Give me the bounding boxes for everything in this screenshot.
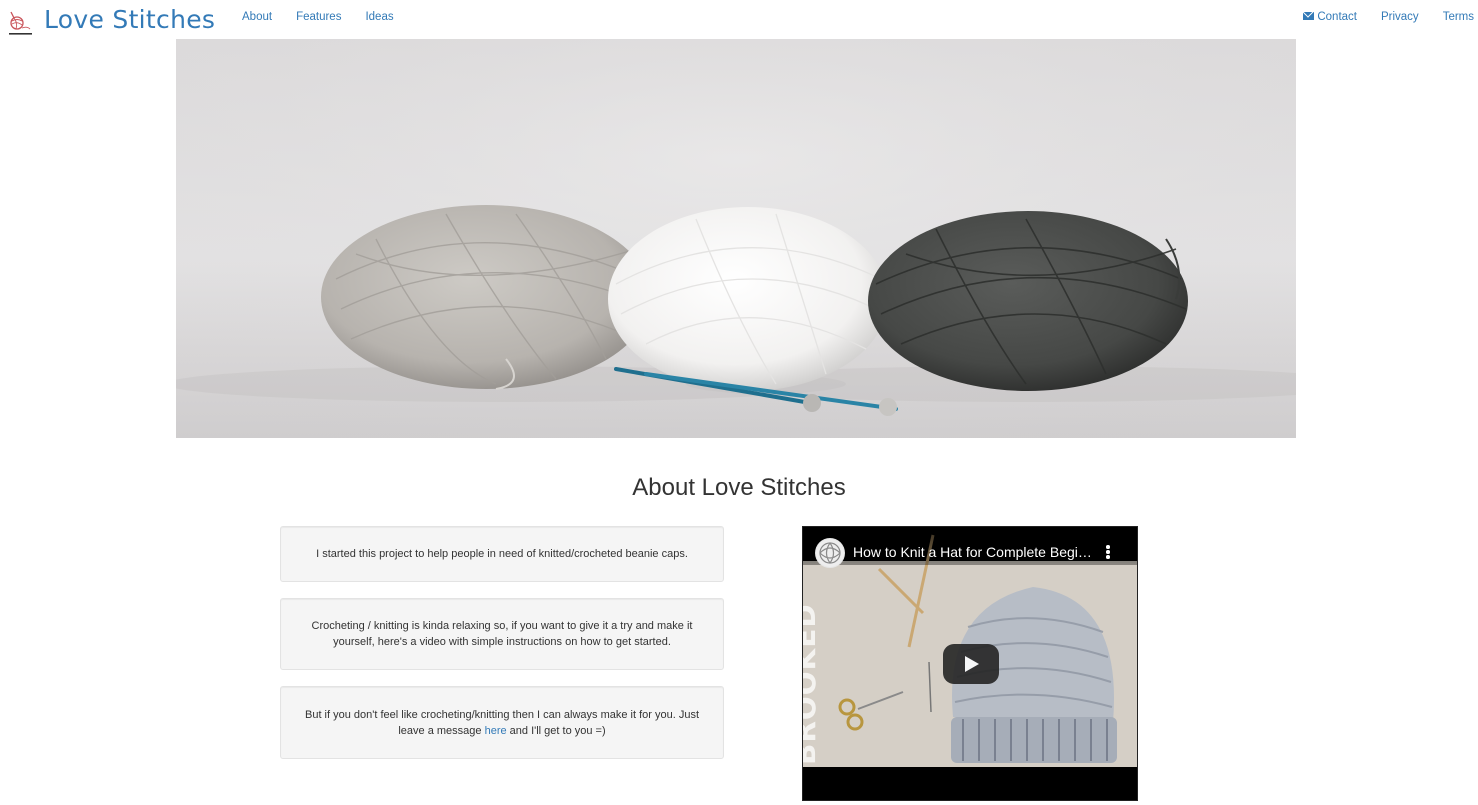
nav-link-contact[interactable]: Contact xyxy=(1303,11,1357,23)
about-paragraph-2: Crocheting / knitting is kinda relaxing … xyxy=(311,620,693,648)
kebab-menu-icon[interactable] xyxy=(1105,545,1111,561)
nav-left: About Features Ideas xyxy=(242,11,418,23)
about-card-order: But if you don't feel like crocheting/kn… xyxy=(280,686,724,759)
nav-link-privacy[interactable]: Privacy xyxy=(1381,11,1419,23)
play-icon[interactable] xyxy=(943,644,999,684)
nav-link-about[interactable]: About xyxy=(242,11,272,23)
about-card-intro: I started this project to help people in… xyxy=(280,526,724,582)
envelope-icon xyxy=(1303,12,1315,20)
yarn-logo-icon xyxy=(8,2,33,36)
about-paragraph-3: But if you don't feel like crocheting/kn… xyxy=(299,707,705,739)
hero-image xyxy=(176,39,1296,438)
nav-link-features[interactable]: Features xyxy=(296,11,341,23)
about-title: About Love Stitches xyxy=(632,474,846,501)
channel-watermark: BROOKED xyxy=(803,603,822,765)
nav-link-terms[interactable]: Terms xyxy=(1443,11,1474,23)
brand-link[interactable]: Love Stitches xyxy=(8,2,215,36)
youtube-video-embed[interactable]: BROOKED How to Knit a Hat for Complete B… xyxy=(802,526,1138,801)
channel-avatar-icon[interactable] xyxy=(815,538,845,568)
nav-link-ideas[interactable]: Ideas xyxy=(365,11,393,23)
yarn-illustration xyxy=(176,39,1296,438)
nav-right: Contact Privacy Terms xyxy=(1303,11,1474,23)
about-paragraph-3-end: and I'll get to you =) xyxy=(506,724,606,737)
about-card-diy: Crocheting / knitting is kinda relaxing … xyxy=(280,598,724,670)
contact-here-link[interactable]: here xyxy=(485,725,507,737)
nav-link-contact-label: Contact xyxy=(1317,11,1357,23)
brand-title: Love Stitches xyxy=(44,4,216,34)
about-paragraph-1: I started this project to help people in… xyxy=(316,548,688,560)
navbar: Love Stitches About Features Ideas Conta… xyxy=(0,0,1478,39)
video-title[interactable]: How to Knit a Hat for Complete Beginners xyxy=(853,544,1093,560)
